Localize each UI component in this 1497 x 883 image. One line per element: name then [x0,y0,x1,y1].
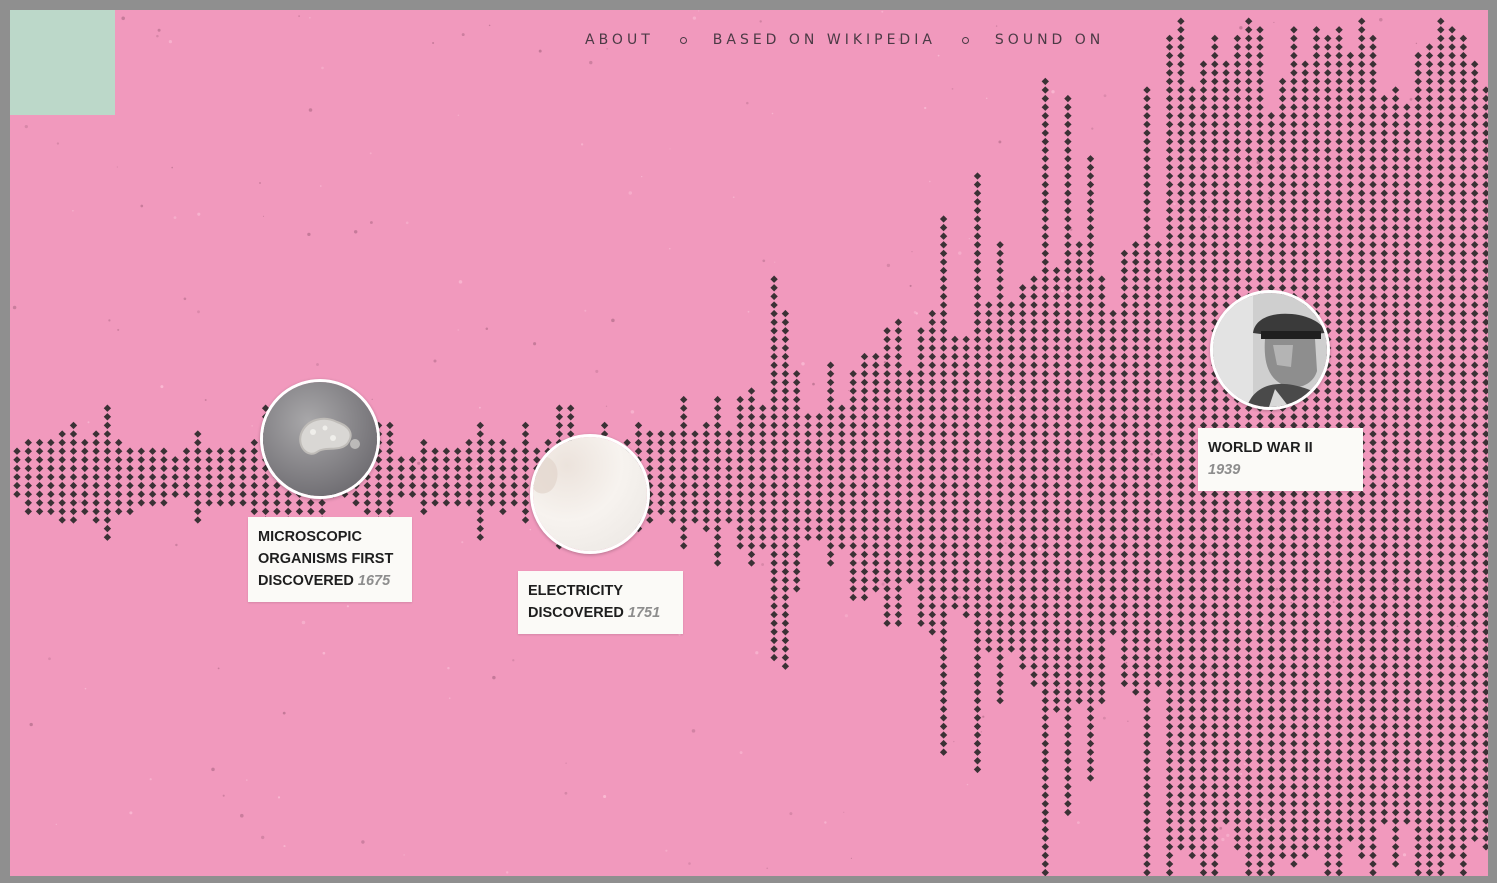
event-title: ORGANISMS FIRST [258,551,394,567]
nav-separator-icon [679,36,687,44]
event-title: WORLD WAR II [1208,440,1313,456]
nav-sound-toggle[interactable]: SOUND ON [995,32,1104,48]
soldier-portrait-photo [1213,293,1327,407]
nav-separator-icon [961,36,969,44]
event-title: DISCOVERED [528,605,624,621]
event-image-microorganisms[interactable] [260,379,380,499]
logo[interactable] [10,10,115,115]
event-year: 1939 [1208,462,1241,478]
event-title: ELECTRICITY [528,583,624,599]
nav-about-link[interactable]: ABOUT [585,32,654,48]
microorganism-photo [263,382,377,496]
event-title: MICROSCOPIC [258,529,362,545]
nav-wikipedia-link[interactable]: BASED ON WIKIPEDIA [713,32,936,48]
timeline-stage: ABOUT BASED ON WIKIPEDIA SOUND ON MICROS… [10,10,1488,876]
event-card-world-war-ii[interactable]: WORLD WAR II 1939 [1198,428,1363,491]
event-year: 1675 [357,573,391,589]
event-year: 1751 [627,605,661,621]
top-nav: ABOUT BASED ON WIKIPEDIA SOUND ON [585,32,1104,48]
event-image-electricity[interactable] [530,434,650,554]
event-image-world-war-ii[interactable] [1210,290,1330,410]
event-card-electricity[interactable]: ELECTRICITY DISCOVERED 1751 [518,571,683,634]
event-title: DISCOVERED [258,573,354,589]
electricity-photo [533,437,647,551]
event-card-microorganisms[interactable]: MICROSCOPIC ORGANISMS FIRST DISCOVERED 1… [248,517,412,602]
